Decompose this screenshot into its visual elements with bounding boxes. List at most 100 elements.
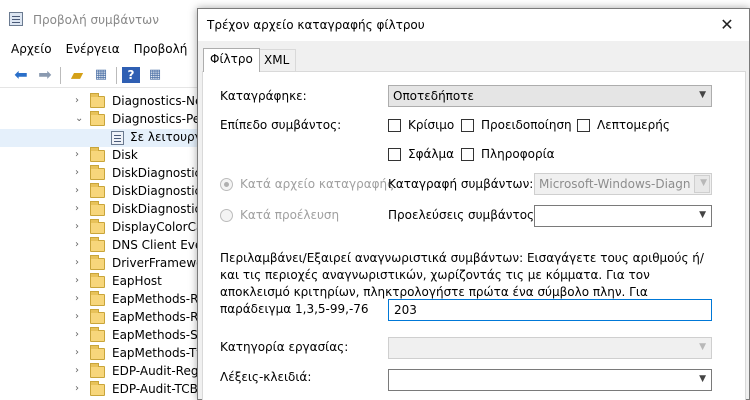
chevron-right-icon[interactable]: › bbox=[75, 365, 79, 376]
forward-arrow-icon[interactable]: ➡ bbox=[36, 67, 54, 83]
critical-label: Κρίσιμο bbox=[408, 118, 455, 132]
tree-item[interactable]: › DiskDiagnosticD bbox=[0, 183, 210, 201]
folder-icon bbox=[90, 273, 105, 288]
tree-item[interactable]: › DNS Client Even bbox=[0, 237, 210, 255]
tree-item[interactable]: › EapHost bbox=[0, 273, 200, 291]
console-tree: › Diagnostics-Net ⌄ Diagnostics-Per Σε λειτο… bbox=[0, 90, 210, 400]
folder-icon bbox=[90, 237, 105, 252]
show-hide-tree-icon[interactable]: ▦ bbox=[92, 67, 110, 83]
critical-checkbox[interactable] bbox=[388, 119, 401, 132]
tree-item[interactable]: › EapMethods-Ra bbox=[0, 291, 206, 309]
chevron-down-icon[interactable]: ⌄ bbox=[75, 113, 83, 124]
tree-item[interactable]: › DriverFramewor bbox=[0, 255, 208, 273]
chevron-right-icon[interactable]: › bbox=[75, 203, 79, 214]
event-logs-value: Microsoft-Windows-Diagnos bbox=[539, 177, 691, 191]
help-icon[interactable]: ? bbox=[122, 67, 140, 83]
tab-xml[interactable]: XML bbox=[257, 49, 297, 71]
tree-item[interactable]: › EDP-Audit-TCB bbox=[0, 381, 200, 399]
keywords-dropdown[interactable]: ▼ bbox=[388, 369, 712, 391]
folder-icon bbox=[90, 165, 105, 180]
tree-item[interactable]: › EapMethods-Sin bbox=[0, 327, 209, 345]
chevron-right-icon[interactable]: › bbox=[75, 383, 79, 394]
tree-item-label: DNS Client Even bbox=[112, 238, 210, 252]
chevron-down-icon: ▼ bbox=[699, 90, 706, 100]
chevron-down-icon: ▼ bbox=[699, 342, 706, 352]
event-ids-input[interactable]: 203 bbox=[388, 299, 712, 321]
chevron-right-icon[interactable]: › bbox=[75, 347, 79, 358]
tree-item-label: EapMethods-Ra bbox=[112, 310, 206, 324]
folder-icon bbox=[90, 93, 105, 108]
folder-icon bbox=[90, 309, 105, 324]
warning-label: Προειδοποίηση bbox=[481, 118, 572, 132]
filter-panel: Καταγράφηκε: Οποτεδήποτε ▼ Επίπεδο συμβά… bbox=[202, 71, 746, 400]
tree-item[interactable]: › Disk bbox=[0, 147, 200, 165]
by-log-radio[interactable] bbox=[220, 178, 233, 191]
logged-dropdown[interactable]: Οποτεδήποτε ▼ bbox=[388, 85, 712, 107]
tree-item-label: Diagnostics-Per bbox=[112, 112, 206, 126]
tree-item[interactable]: › EapMethods-Ra bbox=[0, 309, 206, 327]
folder-icon bbox=[90, 201, 105, 216]
information-checkbox[interactable] bbox=[461, 148, 474, 161]
tree-item-label: Σε λειτουργί bbox=[130, 130, 206, 144]
chevron-right-icon[interactable]: › bbox=[75, 293, 79, 304]
back-arrow-icon[interactable]: ⬅ bbox=[12, 67, 30, 83]
tree-item-label: EapHost bbox=[112, 274, 162, 288]
chevron-right-icon[interactable]: › bbox=[75, 167, 79, 178]
information-label: Πληροφορία bbox=[481, 147, 555, 161]
up-folder-icon[interactable]: ▰ bbox=[68, 67, 86, 83]
chevron-right-icon[interactable]: › bbox=[75, 221, 79, 232]
tab-filter[interactable]: Φίλτρο bbox=[203, 48, 260, 72]
chevron-right-icon[interactable]: › bbox=[75, 149, 79, 160]
folder-icon bbox=[90, 255, 105, 270]
tree-item[interactable]: ⌄ Diagnostics-Per bbox=[0, 111, 205, 129]
chevron-right-icon[interactable]: › bbox=[75, 311, 79, 322]
tree-item-label: DiskDiagnosticD bbox=[112, 184, 211, 198]
keywords-label: Λέξεις-κλειδιά: bbox=[220, 370, 312, 384]
tree-item[interactable]: › EDP-Audit-Regu bbox=[0, 363, 206, 381]
chevron-right-icon[interactable]: › bbox=[75, 239, 79, 250]
chevron-right-icon[interactable]: › bbox=[75, 275, 79, 286]
verbose-label: Λεπτομερής bbox=[597, 118, 670, 132]
tree-item-label: DiskDiagnosticR bbox=[112, 202, 210, 216]
logged-value: Οποτεδήποτε bbox=[393, 89, 474, 103]
error-checkbox[interactable] bbox=[388, 148, 401, 161]
tree-item[interactable]: › Diagnostics-Net bbox=[0, 93, 207, 111]
menu-action[interactable]: Ενέργεια bbox=[66, 42, 120, 56]
event-ids-value: 203 bbox=[394, 303, 417, 317]
tree-item-label: EapMethods-Sin bbox=[112, 328, 209, 342]
tree-item-label: DisplayColorCal bbox=[112, 220, 207, 234]
task-category-label: Κατηγορία εργασίας: bbox=[220, 340, 349, 354]
folder-icon bbox=[90, 381, 105, 396]
toolbar-separator bbox=[116, 67, 117, 84]
close-icon[interactable]: ✕ bbox=[710, 13, 744, 37]
verbose-checkbox[interactable] bbox=[577, 119, 590, 132]
task-category-dropdown[interactable]: ▼ bbox=[388, 337, 712, 359]
tree-item[interactable]: › DiskDiagnostic bbox=[0, 165, 202, 183]
event-logs-dropdown[interactable]: Microsoft-Windows-Diagnos ▼ bbox=[534, 173, 712, 195]
event-viewer-icon bbox=[9, 12, 23, 26]
chevron-right-icon[interactable]: › bbox=[75, 95, 79, 106]
event-level-label: Επίπεδο συμβάντος: bbox=[220, 118, 342, 132]
chevron-right-icon[interactable]: › bbox=[75, 329, 79, 340]
folder-icon bbox=[90, 327, 105, 342]
folder-icon bbox=[90, 183, 105, 198]
tree-item-label: EapMethods-Ttl bbox=[112, 346, 205, 360]
event-sources-dropdown[interactable]: ▼ bbox=[534, 205, 712, 227]
tree-item[interactable]: Σε λειτουργί bbox=[0, 129, 206, 147]
tree-item[interactable]: › DiskDiagnosticR bbox=[0, 201, 210, 219]
log-icon bbox=[111, 131, 124, 145]
warning-checkbox[interactable] bbox=[461, 119, 474, 132]
tree-item-label: Disk bbox=[112, 148, 138, 162]
chevron-down-icon: ▼ bbox=[699, 374, 706, 384]
by-source-radio[interactable] bbox=[220, 209, 233, 222]
tree-item[interactable]: › EapMethods-Ttl bbox=[0, 345, 204, 363]
tree-item[interactable]: › DisplayColorCal bbox=[0, 219, 207, 237]
show-hide-action-pane-icon[interactable]: ▦ bbox=[146, 67, 164, 83]
tree-item-label: DiskDiagnostic bbox=[112, 166, 202, 180]
event-logs-label: Καταγραφή συμβάντων: bbox=[388, 177, 534, 191]
menu-file[interactable]: Αρχείο bbox=[11, 42, 52, 56]
menu-view[interactable]: Προβολή bbox=[134, 42, 188, 56]
chevron-right-icon[interactable]: › bbox=[75, 257, 79, 268]
chevron-right-icon[interactable]: › bbox=[75, 185, 79, 196]
tree-item-label: EDP-Audit-Regu bbox=[112, 364, 207, 378]
